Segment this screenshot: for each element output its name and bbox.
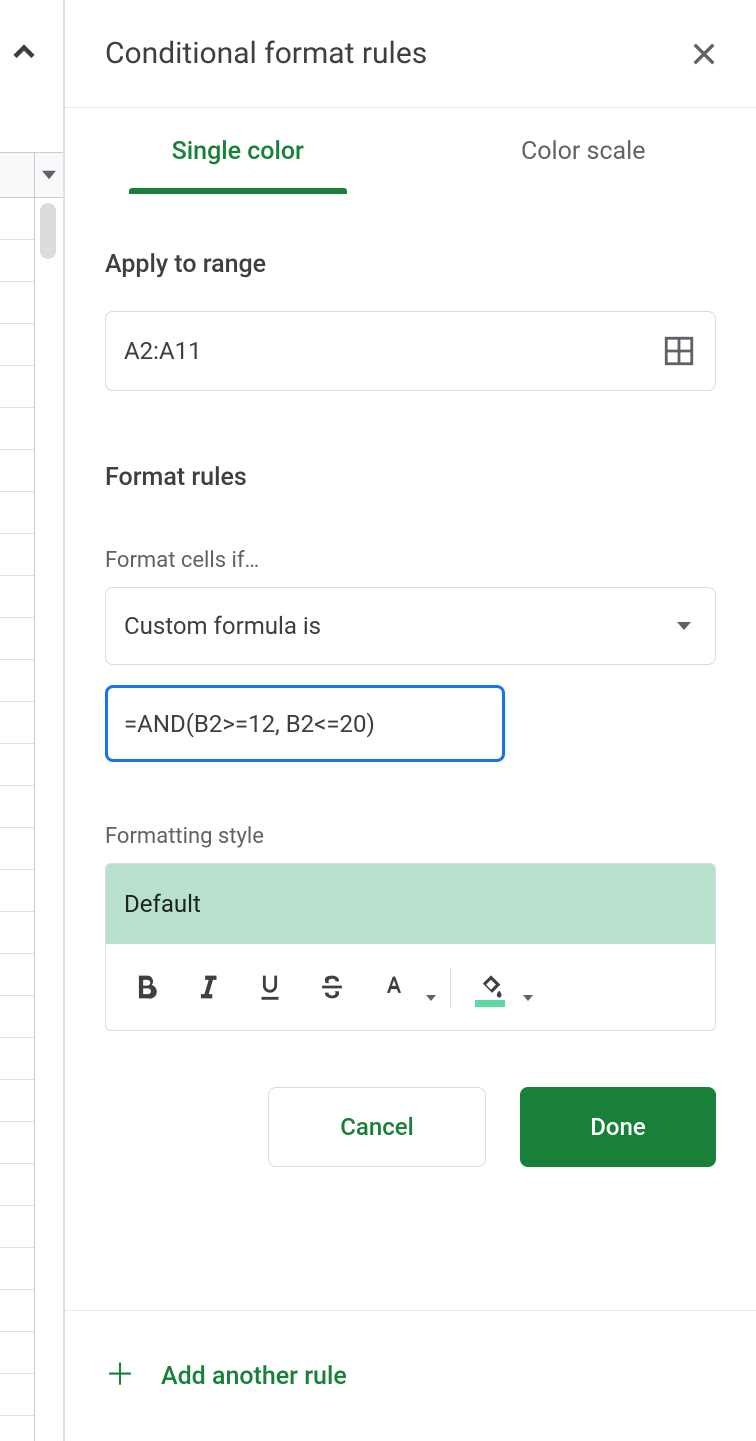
fill-color-swatch	[475, 1000, 505, 1007]
style-preview[interactable]: Default	[106, 864, 715, 944]
row-header[interactable]	[0, 240, 34, 282]
row-header[interactable]	[0, 576, 34, 618]
spreadsheet-edge	[0, 0, 64, 1441]
close-icon[interactable]	[688, 38, 720, 70]
row-header[interactable]	[0, 450, 34, 492]
format-rules-heading: Format rules	[105, 463, 716, 492]
tab-label: Single color	[172, 137, 304, 166]
format-toolbar	[106, 944, 715, 1030]
add-rule-label: Add another rule	[161, 1362, 347, 1391]
strikethrough-button[interactable]	[304, 959, 360, 1015]
row-header[interactable]	[0, 744, 34, 786]
format-cells-if-label: Format cells if…	[105, 548, 716, 573]
row-header[interactable]	[0, 702, 34, 744]
button-label: Done	[590, 1113, 646, 1141]
row-header[interactable]	[0, 1122, 34, 1164]
row-header[interactable]	[0, 534, 34, 576]
formatting-style-box: Default	[105, 863, 716, 1031]
tab-label: Color scale	[521, 137, 645, 166]
row-headers	[0, 198, 35, 1441]
row-header[interactable]	[0, 1374, 34, 1416]
italic-button[interactable]	[180, 959, 236, 1015]
row-header[interactable]	[0, 954, 34, 996]
column-dropdown-icon[interactable]	[35, 153, 63, 197]
row-header[interactable]	[0, 1080, 34, 1122]
sidebar-title: Conditional format rules	[105, 36, 427, 71]
underline-button[interactable]	[242, 959, 298, 1015]
range-field	[105, 311, 716, 391]
row-header[interactable]	[0, 786, 34, 828]
toolbar-divider	[450, 967, 451, 1007]
row-header[interactable]	[0, 1206, 34, 1248]
fill-color-button[interactable]	[463, 959, 535, 1015]
bold-button[interactable]	[118, 959, 174, 1015]
row-header[interactable]	[0, 1248, 34, 1290]
row-header[interactable]	[0, 660, 34, 702]
apply-to-range-heading: Apply to range	[105, 250, 716, 279]
tab-single-color[interactable]: Single color	[65, 108, 411, 194]
formatting-style-label: Formatting style	[105, 824, 716, 849]
select-range-grid-icon[interactable]	[662, 334, 696, 368]
row-header[interactable]	[0, 1332, 34, 1374]
row-header[interactable]	[0, 324, 34, 366]
row-header[interactable]	[0, 408, 34, 450]
column-header-row	[0, 152, 63, 198]
style-preview-label: Default	[124, 890, 201, 918]
row-header[interactable]	[0, 996, 34, 1038]
row-header[interactable]	[0, 492, 34, 534]
collapse-chevron-icon[interactable]	[6, 34, 42, 70]
chevron-down-icon	[426, 995, 436, 1001]
done-button[interactable]: Done	[520, 1087, 716, 1167]
row-header[interactable]	[0, 1164, 34, 1206]
add-another-rule-button[interactable]: ＋ Add another rule	[105, 1361, 716, 1391]
dropdown-value: Custom formula is	[124, 612, 321, 640]
row-header[interactable]	[0, 870, 34, 912]
tab-color-scale[interactable]: Color scale	[411, 108, 756, 194]
formula-input[interactable]	[105, 685, 505, 762]
row-header[interactable]	[0, 1038, 34, 1080]
row-header[interactable]	[0, 828, 34, 870]
plus-icon: ＋	[105, 1361, 135, 1391]
tabs: Single color Color scale	[65, 108, 756, 194]
chevron-down-icon	[677, 622, 691, 630]
row-header[interactable]	[0, 618, 34, 660]
row-header[interactable]	[0, 198, 34, 240]
button-label: Cancel	[340, 1113, 413, 1141]
cancel-button[interactable]: Cancel	[268, 1087, 486, 1167]
condition-dropdown[interactable]: Custom formula is	[105, 587, 716, 665]
row-header[interactable]	[0, 912, 34, 954]
conditional-format-sidebar: Conditional format rules Single color Co…	[64, 0, 756, 1441]
text-color-button[interactable]	[366, 959, 438, 1015]
row-header[interactable]	[0, 366, 34, 408]
vertical-scrollbar-thumb[interactable]	[40, 203, 56, 259]
chevron-down-icon	[523, 995, 533, 1001]
row-header[interactable]	[0, 282, 34, 324]
row-header[interactable]	[0, 1290, 34, 1332]
range-input[interactable]	[105, 311, 716, 391]
select-all-corner[interactable]	[0, 153, 35, 197]
